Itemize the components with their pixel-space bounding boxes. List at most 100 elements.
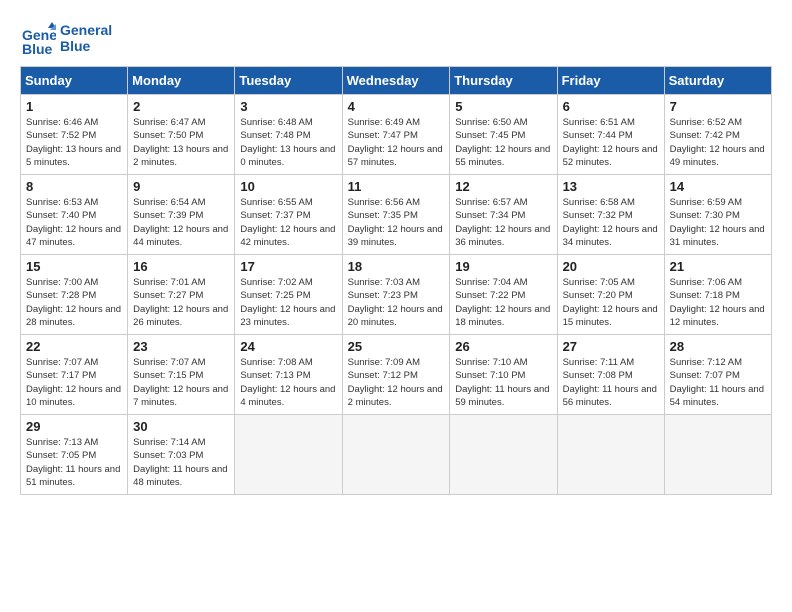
day-number: 6 [563, 99, 659, 114]
calendar-day-cell: 22 Sunrise: 7:07 AMSunset: 7:17 PMDayligh… [21, 335, 128, 415]
calendar-day-cell [235, 415, 342, 495]
day-info: Sunrise: 7:01 AMSunset: 7:27 PMDaylight:… [133, 276, 229, 329]
logo-text: GeneralBlue [60, 22, 112, 54]
day-info: Sunrise: 7:08 AMSunset: 7:13 PMDaylight:… [240, 356, 336, 409]
day-number: 2 [133, 99, 229, 114]
day-number: 23 [133, 339, 229, 354]
svg-text:Blue: Blue [22, 41, 53, 56]
day-number: 3 [240, 99, 336, 114]
calendar-day-cell: 25Sunrise: 7:09 AMSunset: 7:12 PMDayligh… [342, 335, 450, 415]
day-of-week-header: Friday [557, 67, 664, 95]
day-number: 20 [563, 259, 659, 274]
day-info: Sunrise: 6:49 AMSunset: 7:47 PMDaylight:… [348, 116, 445, 169]
calendar-day-cell: 26Sunrise: 7:10 AMSunset: 7:10 PMDayligh… [450, 335, 557, 415]
day-number: 17 [240, 259, 336, 274]
calendar-day-cell: 21Sunrise: 7:06 AMSunset: 7:18 PMDayligh… [664, 255, 771, 335]
day-number: 28 [670, 339, 766, 354]
calendar-day-cell: 2 Sunrise: 6:47 AMSunset: 7:50 PMDaylight… [128, 95, 235, 175]
calendar-day-cell [557, 415, 664, 495]
day-info: Sunrise: 6:47 AMSunset: 7:50 PMDaylight:… [133, 116, 229, 169]
day-info: Sunrise: 6:51 AMSunset: 7:44 PMDaylight:… [563, 116, 659, 169]
calendar-day-cell: 17 Sunrise: 7:02 AMSunset: 7:25 PMDayligh… [235, 255, 342, 335]
day-info: Sunrise: 7:10 AMSunset: 7:10 PMDaylight:… [455, 356, 551, 409]
day-info: Sunrise: 6:58 AMSunset: 7:32 PMDaylight:… [563, 196, 659, 249]
day-info: Sunrise: 6:56 AMSunset: 7:35 PMDaylight:… [348, 196, 445, 249]
day-number: 29 [26, 419, 122, 434]
day-number: 19 [455, 259, 551, 274]
day-number: 1 [26, 99, 122, 114]
day-info: Sunrise: 7:03 AMSunset: 7:23 PMDaylight:… [348, 276, 445, 329]
day-info: Sunrise: 7:07 AMSunset: 7:17 PMDaylight:… [26, 356, 122, 409]
day-info: Sunrise: 6:54 AMSunset: 7:39 PMDaylight:… [133, 196, 229, 249]
day-number: 11 [348, 179, 445, 194]
calendar-header-row: SundayMondayTuesdayWednesdayThursdayFrid… [21, 67, 772, 95]
calendar-day-cell: 19 Sunrise: 7:04 AMSunset: 7:22 PMDayligh… [450, 255, 557, 335]
day-of-week-header: Thursday [450, 67, 557, 95]
calendar-day-cell: 9 Sunrise: 6:54 AMSunset: 7:39 PMDaylight… [128, 175, 235, 255]
calendar-day-cell: 10Sunrise: 6:55 AMSunset: 7:37 PMDayligh… [235, 175, 342, 255]
calendar-day-cell: 7 Sunrise: 6:52 AMSunset: 7:42 PMDaylight… [664, 95, 771, 175]
day-info: Sunrise: 6:59 AMSunset: 7:30 PMDaylight:… [670, 196, 766, 249]
day-number: 21 [670, 259, 766, 274]
day-info: Sunrise: 6:46 AMSunset: 7:52 PMDaylight:… [26, 116, 122, 169]
day-number: 25 [348, 339, 445, 354]
calendar-day-cell: 1 Sunrise: 6:46 AMSunset: 7:52 PMDaylight… [21, 95, 128, 175]
day-number: 27 [563, 339, 659, 354]
day-number: 9 [133, 179, 229, 194]
calendar-day-cell: 8Sunrise: 6:53 AMSunset: 7:40 PMDaylight… [21, 175, 128, 255]
calendar-day-cell: 15Sunrise: 7:00 AMSunset: 7:28 PMDayligh… [21, 255, 128, 335]
day-number: 30 [133, 419, 229, 434]
day-of-week-header: Saturday [664, 67, 771, 95]
day-info: Sunrise: 7:02 AMSunset: 7:25 PMDaylight:… [240, 276, 336, 329]
day-number: 13 [563, 179, 659, 194]
day-of-week-header: Sunday [21, 67, 128, 95]
day-info: Sunrise: 7:07 AMSunset: 7:15 PMDaylight:… [133, 356, 229, 409]
calendar-day-cell: 3 Sunrise: 6:48 AMSunset: 7:48 PMDaylight… [235, 95, 342, 175]
day-of-week-header: Wednesday [342, 67, 450, 95]
calendar-day-cell: 23 Sunrise: 7:07 AMSunset: 7:15 PMDayligh… [128, 335, 235, 415]
calendar: SundayMondayTuesdayWednesdayThursdayFrid… [20, 66, 772, 495]
day-info: Sunrise: 6:52 AMSunset: 7:42 PMDaylight:… [670, 116, 766, 169]
day-info: Sunrise: 6:50 AMSunset: 7:45 PMDaylight:… [455, 116, 551, 169]
day-number: 5 [455, 99, 551, 114]
calendar-day-cell: 12 Sunrise: 6:57 AMSunset: 7:34 PMDayligh… [450, 175, 557, 255]
day-number: 7 [670, 99, 766, 114]
calendar-day-cell: 16Sunrise: 7:01 AMSunset: 7:27 PMDayligh… [128, 255, 235, 335]
day-number: 4 [348, 99, 445, 114]
day-info: Sunrise: 7:13 AMSunset: 7:05 PMDaylight:… [26, 436, 122, 489]
calendar-day-cell: 6 Sunrise: 6:51 AMSunset: 7:44 PMDaylight… [557, 95, 664, 175]
calendar-day-cell: 28 Sunrise: 7:12 AMSunset: 7:07 PMDayligh… [664, 335, 771, 415]
calendar-day-cell: 29 Sunrise: 7:13 AMSunset: 7:05 PMDayligh… [21, 415, 128, 495]
calendar-day-cell: 11 Sunrise: 6:56 AMSunset: 7:35 PMDayligh… [342, 175, 450, 255]
day-number: 10 [240, 179, 336, 194]
day-info: Sunrise: 6:48 AMSunset: 7:48 PMDaylight:… [240, 116, 336, 169]
day-info: Sunrise: 6:53 AMSunset: 7:40 PMDaylight:… [26, 196, 122, 249]
day-number: 22 [26, 339, 122, 354]
calendar-day-cell [342, 415, 450, 495]
day-info: Sunrise: 6:57 AMSunset: 7:34 PMDaylight:… [455, 196, 551, 249]
calendar-week-row: 22 Sunrise: 7:07 AMSunset: 7:17 PMDayligh… [21, 335, 772, 415]
calendar-day-cell [450, 415, 557, 495]
calendar-week-row: 8Sunrise: 6:53 AMSunset: 7:40 PMDaylight… [21, 175, 772, 255]
day-info: Sunrise: 7:05 AMSunset: 7:20 PMDaylight:… [563, 276, 659, 329]
calendar-week-row: 1 Sunrise: 6:46 AMSunset: 7:52 PMDaylight… [21, 95, 772, 175]
day-of-week-header: Tuesday [235, 67, 342, 95]
calendar-day-cell: 27 Sunrise: 7:11 AMSunset: 7:08 PMDayligh… [557, 335, 664, 415]
day-of-week-header: Monday [128, 67, 235, 95]
calendar-day-cell: 14 Sunrise: 6:59 AMSunset: 7:30 PMDayligh… [664, 175, 771, 255]
calendar-day-cell: 5 Sunrise: 6:50 AMSunset: 7:45 PMDaylight… [450, 95, 557, 175]
logo: General Blue GeneralBlue [20, 20, 112, 56]
logo-icon: General Blue [20, 20, 56, 56]
day-info: Sunrise: 7:14 AMSunset: 7:03 PMDaylight:… [133, 436, 229, 489]
calendar-day-cell: 4 Sunrise: 6:49 AMSunset: 7:47 PMDaylight… [342, 95, 450, 175]
calendar-week-row: 15Sunrise: 7:00 AMSunset: 7:28 PMDayligh… [21, 255, 772, 335]
calendar-day-cell: 30 Sunrise: 7:14 AMSunset: 7:03 PMDayligh… [128, 415, 235, 495]
day-number: 12 [455, 179, 551, 194]
day-info: Sunrise: 7:12 AMSunset: 7:07 PMDaylight:… [670, 356, 766, 409]
day-number: 14 [670, 179, 766, 194]
day-info: Sunrise: 7:11 AMSunset: 7:08 PMDaylight:… [563, 356, 659, 409]
day-number: 24 [240, 339, 336, 354]
calendar-day-cell: 18Sunrise: 7:03 AMSunset: 7:23 PMDayligh… [342, 255, 450, 335]
calendar-day-cell [664, 415, 771, 495]
day-info: Sunrise: 7:04 AMSunset: 7:22 PMDaylight:… [455, 276, 551, 329]
